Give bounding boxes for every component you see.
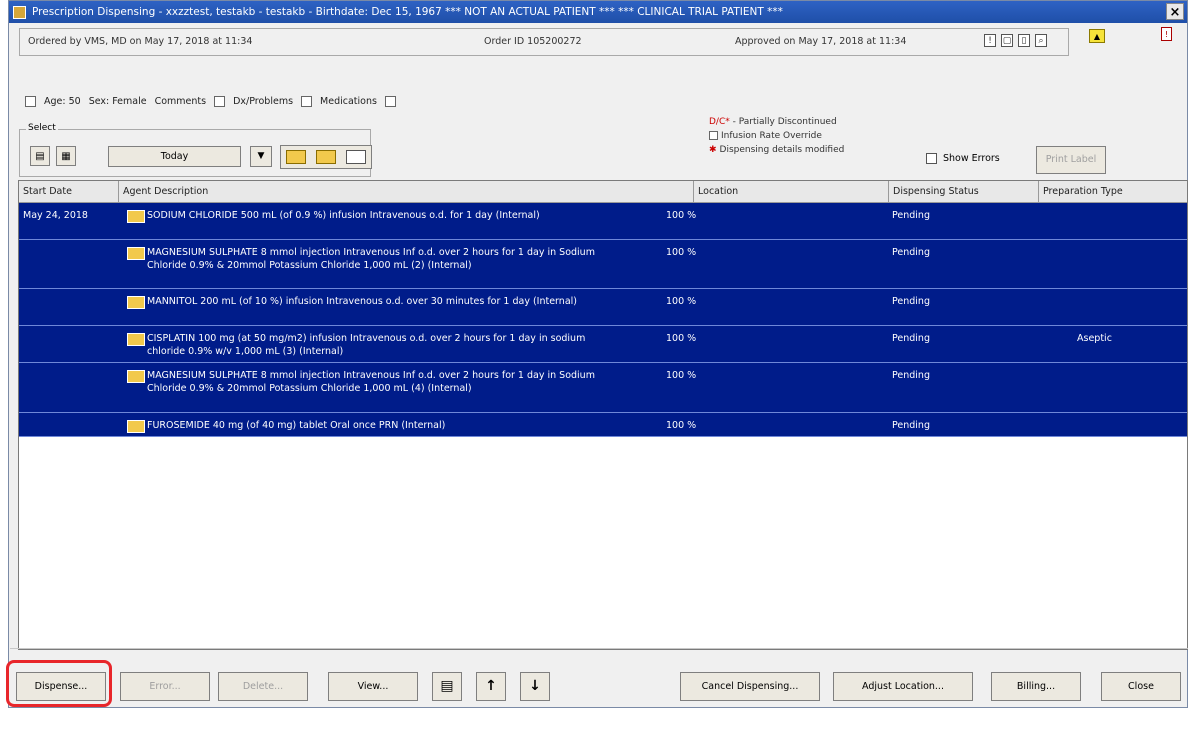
table-row[interactable]: MANNITOL 200 mL (of 10 %) infusion Intra… [19, 289, 1187, 326]
notes-icon: ▤ [440, 678, 454, 694]
window-title: Prescription Dispensing - xxzztest, test… [32, 6, 783, 18]
alert-icon[interactable]: ! [984, 34, 996, 47]
row-description: SODIUM CHLORIDE 500 mL (of 0.9 %) infusi… [147, 210, 540, 221]
dispensing-grid: Start Date Agent Description Location Di… [18, 180, 1188, 650]
error-button[interactable]: Error... [120, 672, 210, 701]
medications-icon[interactable] [384, 96, 396, 107]
row-description: CISPLATIN 100 mg (at 50 mg/m2) infusion … [147, 333, 586, 357]
folder-icon [127, 210, 145, 223]
order-actions: ! ▢ ▯ ⌕ [984, 34, 1047, 47]
page-icon[interactable] [346, 150, 366, 164]
status-legend: D/C* - Partially Discontinued Infusion R… [709, 115, 844, 157]
folder-icon [127, 333, 145, 346]
order-id-text: Order ID 105200272 [484, 36, 582, 47]
closed-folder-icon[interactable] [316, 150, 336, 164]
table-row[interactable]: May 24, 2018 SODIUM CHLORIDE 500 mL (of … [19, 203, 1187, 240]
table-row[interactable]: CISPLATIN 100 mg (at 50 mg/m2) infusion … [19, 326, 1187, 363]
comments-label: Comments [154, 96, 207, 107]
dc-marker: D/C* [709, 117, 730, 127]
row-status: Pending [892, 296, 930, 307]
footer-divider [10, 648, 1188, 649]
col-dispensing-status[interactable]: Dispensing Status [889, 181, 1039, 203]
ordered-by-text: Ordered by VMS, MD on May 17, 2018 at 11… [28, 36, 253, 47]
col-agent-description[interactable]: Agent Description [119, 181, 694, 203]
row-percent: 100 % [666, 370, 697, 381]
table-row[interactable]: MAGNESIUM SULPHATE 8 mmol injection Intr… [19, 240, 1187, 289]
print-label-button[interactable]: Print Label [1036, 146, 1106, 174]
patient-info: Age: 50 Sex: Female Comments Dx/Problems… [25, 96, 396, 107]
cancel-dispensing-button[interactable]: Cancel Dispensing... [680, 672, 820, 701]
row-status: Pending [892, 333, 930, 344]
title-bar: Prescription Dispensing - xxzztest, test… [9, 1, 1187, 23]
select-group-label: Select [26, 123, 58, 133]
move-down-button[interactable]: ↓ [520, 672, 550, 701]
grid-header: Start Date Agent Description Location Di… [19, 181, 1187, 203]
billing-button[interactable]: Billing... [991, 672, 1081, 701]
move-up-button[interactable]: ↑ [476, 672, 506, 701]
warning-icon[interactable]: ▲ [1089, 29, 1105, 43]
infusion-icon [709, 131, 718, 140]
infusion-legend-text: Infusion Rate Override [721, 131, 822, 141]
folder-icon [127, 296, 145, 309]
approved-text: Approved on May 17, 2018 at 11:34 [735, 36, 907, 47]
comments-icon[interactable] [214, 96, 226, 107]
deselect-all-button[interactable]: ▦ [56, 146, 76, 166]
medications-label: Medications [320, 96, 377, 107]
row-percent: 100 % [666, 420, 697, 431]
row-status: Pending [892, 210, 930, 221]
modified-icon: ✱ [709, 145, 717, 155]
dx-problems-icon[interactable] [301, 96, 313, 107]
close-window-button[interactable]: × [1166, 3, 1184, 20]
patient-icon [25, 96, 36, 107]
open-folder-icon[interactable] [286, 150, 306, 164]
notes-button[interactable]: ▤ [432, 672, 462, 701]
magnify-icon[interactable]: ⌕ [1035, 34, 1047, 47]
view-button[interactable]: View... [328, 672, 418, 701]
patient-sex: Sex: Female [88, 96, 147, 107]
comment-icon[interactable]: ▢ [1001, 34, 1013, 47]
row-description: MANNITOL 200 mL (of 10 %) infusion Intra… [147, 296, 577, 307]
patient-age: Age: 50 [44, 96, 81, 107]
row-description: MAGNESIUM SULPHATE 8 mmol injection Intr… [147, 370, 595, 394]
show-errors-checkbox[interactable] [926, 153, 937, 164]
close-button[interactable]: Close [1101, 672, 1181, 701]
highlight-annotation [6, 660, 112, 707]
dc-legend-text: - Partially Discontinued [729, 117, 837, 127]
info-icon[interactable]: ! [1161, 27, 1172, 41]
dx-problems-label: Dx/Problems [233, 96, 294, 107]
folder-buttons [280, 145, 372, 169]
select-group: Select ▤ ▦ Today ▼ [19, 123, 372, 177]
table-row[interactable]: FUROSEMIDE 40 mg (of 40 mg) tablet Oral … [19, 413, 1187, 437]
period-dropdown[interactable]: Today [108, 146, 241, 167]
app-icon [13, 5, 26, 19]
modified-legend-text: Dispensing details modified [719, 145, 845, 155]
row-percent: 100 % [666, 247, 697, 258]
col-location[interactable]: Location [694, 181, 889, 203]
select-all-button[interactable]: ▤ [30, 146, 50, 166]
row-status: Pending [892, 370, 930, 381]
col-preparation-type[interactable]: Preparation Type [1039, 181, 1187, 203]
folder-icon [127, 247, 145, 260]
col-start-date[interactable]: Start Date [19, 181, 119, 203]
row-start-date: May 24, 2018 [23, 210, 88, 221]
row-percent: 100 % [666, 333, 697, 344]
table-row[interactable]: MAGNESIUM SULPHATE 8 mmol injection Intr… [19, 363, 1187, 413]
order-info-bar: Ordered by VMS, MD on May 17, 2018 at 11… [19, 28, 1069, 56]
folder-icon [127, 420, 145, 433]
folder-icon [127, 370, 145, 383]
delete-button[interactable]: Delete... [218, 672, 308, 701]
row-prep-type: Aseptic [1077, 333, 1112, 344]
document-icon[interactable]: ▯ [1018, 34, 1030, 47]
adjust-location-button[interactable]: Adjust Location... [833, 672, 973, 701]
row-description: FUROSEMIDE 40 mg (of 40 mg) tablet Oral … [147, 420, 446, 431]
row-status: Pending [892, 247, 930, 258]
show-errors-toggle[interactable]: Show Errors [926, 153, 1000, 164]
chevron-down-icon[interactable]: ▼ [250, 146, 272, 167]
row-description: MAGNESIUM SULPHATE 8 mmol injection Intr… [147, 247, 595, 271]
row-percent: 100 % [666, 296, 697, 307]
row-percent: 100 % [666, 210, 697, 221]
row-status: Pending [892, 420, 930, 431]
show-errors-label: Show Errors [943, 153, 1000, 164]
